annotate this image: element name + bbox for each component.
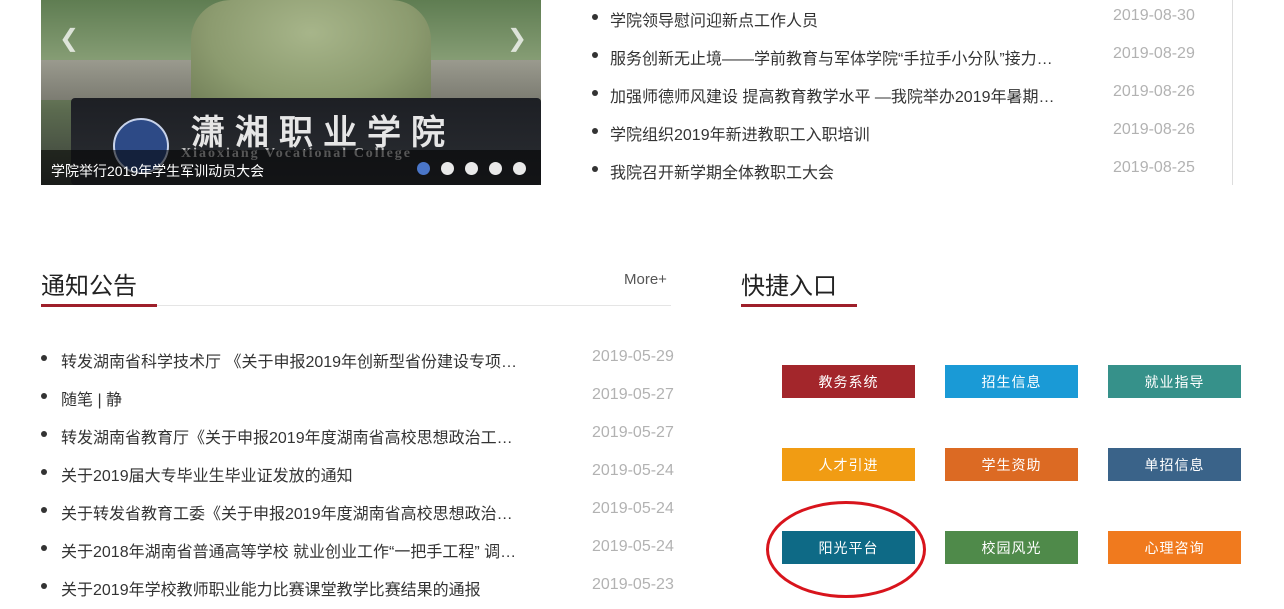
notices-more-link[interactable]: More+ (624, 271, 667, 288)
carousel-caption[interactable]: 学院举行2019年学生军训动员大会 (51, 161, 264, 181)
notice-title[interactable]: 关于转发省教育工委《关于申报2019年度湖南省高校思想政治… (61, 500, 546, 524)
quick-link-counseling[interactable]: 心理咨询 (1108, 531, 1241, 564)
list-item[interactable]: 服务创新无止境——学前教育与军体学院“手拉手小分队”接力… 2019-08-29 (590, 38, 1210, 76)
quick-link-admissions[interactable]: 招生信息 (945, 365, 1078, 398)
carousel-dot-3[interactable] (465, 162, 478, 175)
top-news-list: 学院领导慰问迎新点工作人员 2019-08-30 服务创新无止境——学前教育与军… (590, 0, 1233, 185)
carousel-dot-4[interactable] (489, 162, 502, 175)
bullet-icon (592, 166, 598, 172)
list-item[interactable]: 学院领导慰问迎新点工作人员 2019-08-30 (590, 0, 1210, 38)
notice-date: 2019-05-27 (592, 386, 674, 403)
news-title[interactable]: 我院召开新学期全体教职工大会 (610, 159, 1080, 183)
news-title[interactable]: 学院组织2019年新进教职工入职培训 (610, 121, 1080, 145)
news-date: 2019-08-30 (1113, 7, 1195, 24)
list-item[interactable]: 学院组织2019年新进教职工入职培训 2019-08-26 (590, 114, 1210, 152)
notice-date: 2019-05-29 (592, 348, 674, 365)
news-title[interactable]: 加强师德师风建设 提高教育教学水平 —我院举办2019年暑期… (610, 83, 1080, 107)
carousel-dot-2[interactable] (441, 162, 454, 175)
quick-link-talent-recruitment[interactable]: 人才引进 (782, 448, 915, 481)
notice-date: 2019-05-24 (592, 500, 674, 517)
notice-title[interactable]: 随笔 | 静 (61, 386, 546, 410)
bullet-icon (41, 431, 47, 437)
bullet-icon (592, 52, 598, 58)
news-date: 2019-08-29 (1113, 45, 1195, 62)
quick-link-campus-scenery[interactable]: 校园风光 (945, 531, 1078, 564)
notice-title[interactable]: 关于2018年湖南省普通高等学校 就业创业工作“一把手工程” 调… (61, 538, 546, 562)
bullet-icon (41, 355, 47, 361)
bullet-icon (41, 393, 47, 399)
carousel-dot-1[interactable] (417, 162, 430, 175)
notices-title: 通知公告 (41, 273, 137, 300)
quick-link-student-aid[interactable]: 学生资助 (945, 448, 1078, 481)
notice-title[interactable]: 关于2019届大专毕业生毕业证发放的通知 (61, 462, 546, 486)
quick-links-title: 快捷入口 (741, 273, 837, 300)
notice-date: 2019-05-27 (592, 424, 674, 441)
bullet-icon (41, 545, 47, 551)
page: 潇湘职业学院 Xiaoxiang Vocational College ❮ ❯ … (0, 0, 1284, 609)
notice-title[interactable]: 转发湖南省科学技术厅 《关于申报2019年创新型省份建设专项… (61, 348, 546, 372)
carousel-pagination (417, 162, 526, 175)
list-item[interactable]: 我院召开新学期全体教职工大会 2019-08-25 (590, 152, 1210, 190)
notices-title-underline (41, 304, 157, 307)
news-title[interactable]: 服务创新无止境——学前教育与军体学院“手拉手小分队”接力… (610, 45, 1080, 69)
news-date: 2019-08-25 (1113, 159, 1195, 176)
notice-title[interactable]: 转发湖南省教育厅《关于申报2019年度湖南省高校思想政治工… (61, 424, 546, 448)
quick-link-academic-system[interactable]: 教务系统 (782, 365, 915, 398)
notice-date: 2019-05-24 (592, 538, 674, 555)
bullet-icon (592, 90, 598, 96)
chevron-right-icon[interactable]: ❯ (507, 24, 527, 53)
carousel-dot-5[interactable] (513, 162, 526, 175)
list-item[interactable]: 加强师德师风建设 提高教育教学水平 —我院举办2019年暑期… 2019-08-… (590, 76, 1210, 114)
notice-date: 2019-05-24 (592, 462, 674, 479)
notice-date: 2019-05-23 (592, 576, 674, 593)
news-date: 2019-08-26 (1113, 121, 1195, 138)
quick-link-sunshine-platform[interactable]: 阳光平台 (782, 531, 915, 564)
carousel-photo-speaker (191, 0, 431, 110)
news-carousel[interactable]: 潇湘职业学院 Xiaoxiang Vocational College ❮ ❯ … (41, 0, 541, 185)
quick-links-title-underline (741, 304, 857, 307)
bullet-icon (592, 14, 598, 20)
bullet-icon (592, 128, 598, 134)
news-title[interactable]: 学院领导慰问迎新点工作人员 (610, 7, 1080, 31)
chevron-left-icon[interactable]: ❮ (59, 24, 79, 53)
news-date: 2019-08-26 (1113, 83, 1195, 100)
bullet-icon (41, 469, 47, 475)
notice-title[interactable]: 关于2019年学校教师职业能力比赛课堂教学比赛结果的通报 (61, 576, 546, 600)
bullet-icon (41, 507, 47, 513)
bullet-icon (41, 583, 47, 589)
quick-link-career-guidance[interactable]: 就业指导 (1108, 365, 1241, 398)
quick-link-single-admission[interactable]: 单招信息 (1108, 448, 1241, 481)
